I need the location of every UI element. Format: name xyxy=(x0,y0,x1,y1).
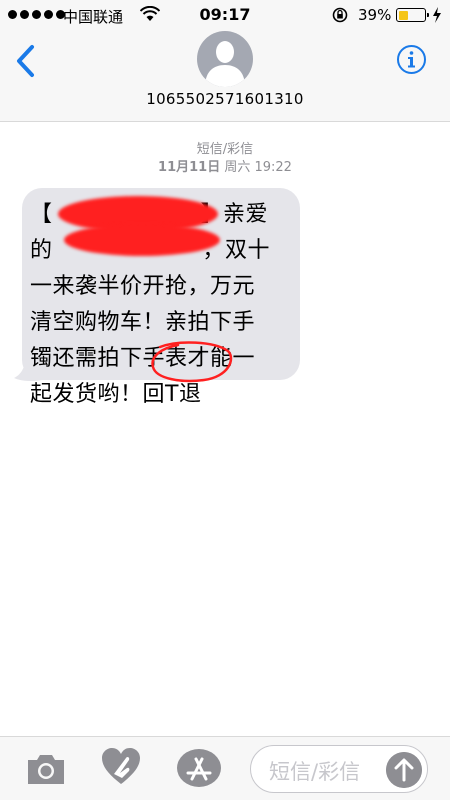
message-line-1a: 【 xyxy=(30,202,53,227)
person-silhouette-icon xyxy=(205,41,245,87)
charging-bolt-icon xyxy=(433,7,441,23)
rotation-lock-icon xyxy=(332,7,348,23)
heart-hand-icon[interactable] xyxy=(100,746,142,788)
annotation-circle xyxy=(151,341,233,383)
avatar[interactable] xyxy=(197,31,253,87)
contact-number[interactable]: 1065502571601310 xyxy=(0,90,450,108)
message-input-placeholder: 短信/彩信 xyxy=(269,760,361,784)
chevron-left-icon[interactable] xyxy=(14,44,38,78)
status-bar: 中国联通 09:17 39% xyxy=(0,0,450,30)
message-date: 11月11日 xyxy=(158,160,221,175)
message-line-3: 一来袭半价开抢，万元 xyxy=(30,274,256,299)
message-weekday-time: 周六 19:22 xyxy=(224,160,292,175)
redaction-mark xyxy=(64,224,220,256)
conversation-type-label: 短信/彩信 xyxy=(196,142,254,157)
message-timestamp: 11月11日 周六 19:22 xyxy=(0,156,450,175)
send-arrow-icon[interactable] xyxy=(386,752,422,788)
camera-icon[interactable] xyxy=(26,752,66,786)
battery-percentage: 39% xyxy=(358,6,392,24)
info-icon[interactable] xyxy=(396,44,427,75)
battery-icon xyxy=(396,8,429,22)
app-store-icon[interactable] xyxy=(176,748,222,788)
message-line-2a: 的 xyxy=(30,238,53,263)
message-line-4: 清空购物车！亲拍下手 xyxy=(30,310,256,335)
